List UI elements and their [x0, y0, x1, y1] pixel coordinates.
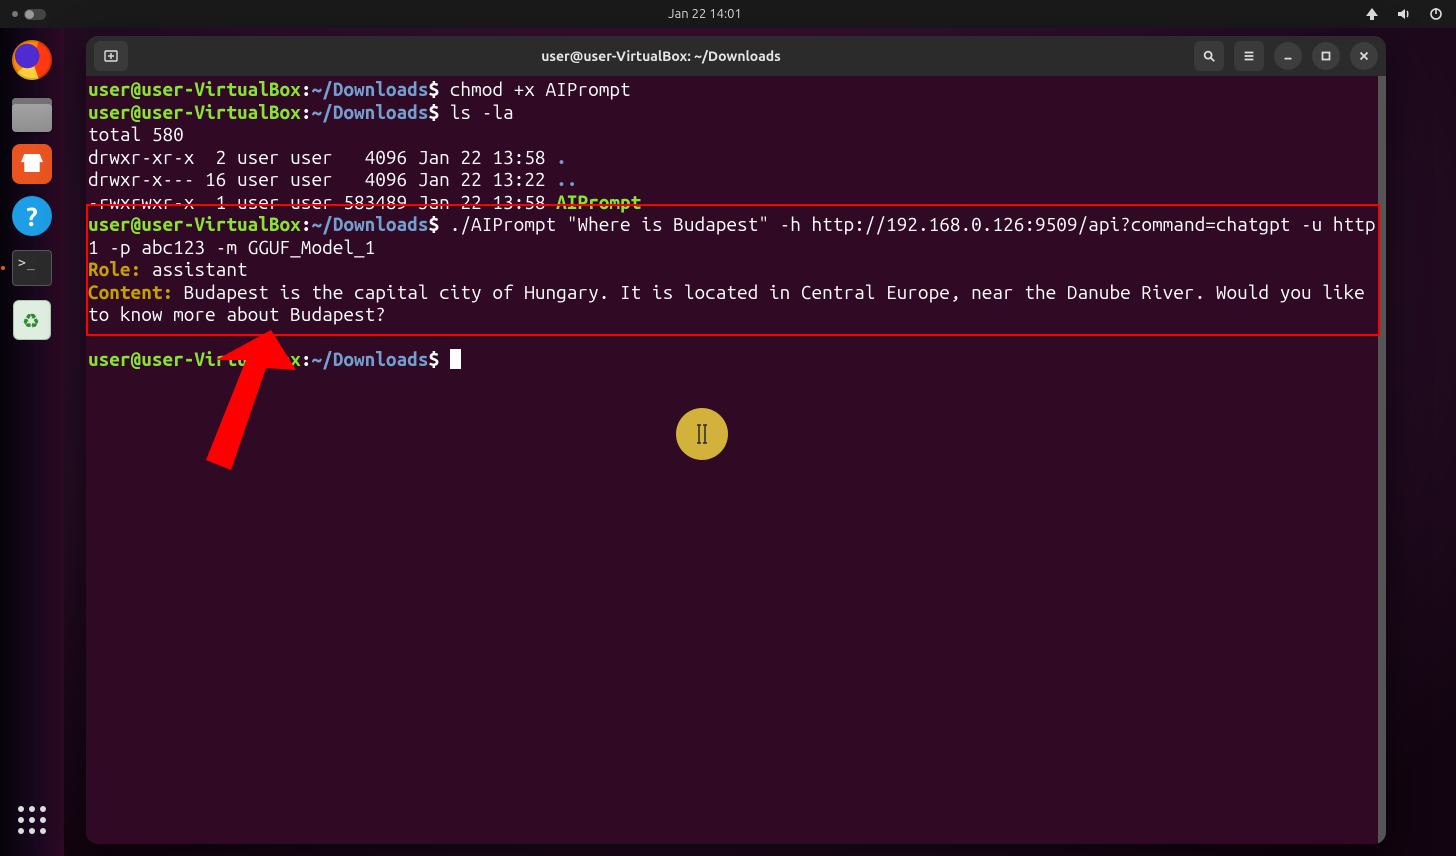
dock-help[interactable]: ? [10, 194, 54, 238]
prompt-userhost: user@user-VirtualBox [88, 348, 301, 370]
role-value: assistant [141, 258, 247, 280]
content-label: Content: [88, 281, 173, 303]
clock[interactable]: Jan 22 14:01 [668, 7, 742, 21]
role-label: Role: [88, 258, 141, 280]
dock-trash[interactable] [10, 298, 54, 342]
prompt-symbol: $ [429, 348, 440, 370]
window-title: user@user-VirtualBox: ~/Downloads [541, 48, 781, 64]
prompt-sep: : [301, 78, 312, 100]
dock: ? [0, 28, 64, 856]
minimize-button[interactable] [1274, 42, 1302, 70]
ls-row: drwxr-xr-x 2 user user 4096 Jan 22 13:58 [88, 146, 556, 168]
window-titlebar[interactable]: user@user-VirtualBox: ~/Downloads [86, 36, 1386, 76]
ls-row: -rwxrwxr-x 1 user user 583489 Jan 22 13:… [88, 191, 556, 213]
terminal-scrollbar[interactable] [1378, 76, 1386, 844]
ls-exe: AIPrompt [556, 191, 641, 213]
terminal-output[interactable]: user@user-VirtualBox:~/Downloads$ chmod … [88, 78, 1376, 371]
desktop: user@user-VirtualBox: ~/Downloads [64, 28, 1456, 856]
prompt-path: ~/Downloads [311, 348, 428, 370]
prompt-symbol: $ [429, 101, 440, 123]
ls-dir-dot: . [556, 146, 567, 168]
content-value: Budapest is the capital city of Hungary.… [88, 281, 1375, 326]
prompt-userhost: user@user-VirtualBox [88, 78, 301, 100]
prompt-sep: : [301, 348, 312, 370]
dock-software[interactable] [10, 142, 54, 186]
activities-area[interactable] [12, 9, 46, 20]
prompt-symbol: $ [429, 78, 440, 100]
desktop-topbar: Jan 22 14:01 [0, 0, 1456, 28]
trash-icon [13, 300, 51, 340]
terminal-window: user@user-VirtualBox: ~/Downloads [86, 36, 1386, 844]
dock-files[interactable] [10, 90, 54, 134]
new-tab-button[interactable] [94, 41, 128, 71]
prompt-path: ~/Downloads [311, 213, 428, 235]
apps-grid-icon [16, 804, 48, 836]
system-tray[interactable] [1364, 6, 1444, 22]
scrollbar-thumb[interactable] [1378, 76, 1386, 844]
maximize-button[interactable] [1312, 42, 1340, 70]
prompt-path: ~/Downloads [311, 101, 428, 123]
prompt-sep: : [301, 213, 312, 235]
volume-icon [1396, 6, 1412, 22]
ls-dir-dotdot: .. [556, 168, 577, 190]
close-button[interactable] [1350, 42, 1378, 70]
prompt-userhost: user@user-VirtualBox [88, 101, 301, 123]
network-icon [1364, 6, 1380, 22]
prompt-path: ~/Downloads [311, 78, 428, 100]
command-ls: ls -la [439, 101, 513, 123]
prompt-sep: : [301, 101, 312, 123]
hamburger-menu-button[interactable] [1234, 41, 1264, 71]
show-applications[interactable] [10, 798, 54, 842]
software-center-icon [12, 144, 52, 184]
search-button[interactable] [1194, 41, 1224, 71]
files-icon [12, 98, 52, 132]
workspace-pill-icon [24, 9, 46, 20]
workspace-dot-icon [12, 11, 18, 17]
terminal-cursor [450, 349, 461, 369]
power-icon [1428, 6, 1444, 22]
terminal-icon [12, 250, 52, 286]
prompt-symbol: $ [429, 213, 440, 235]
help-icon: ? [12, 196, 52, 236]
command-chmod: chmod +x AIPrompt [439, 78, 631, 100]
prompt-userhost: user@user-VirtualBox [88, 213, 301, 235]
terminal-body[interactable]: user@user-VirtualBox:~/Downloads$ chmod … [86, 76, 1386, 844]
dock-terminal[interactable] [10, 246, 54, 290]
dock-firefox[interactable] [10, 38, 54, 82]
firefox-icon [12, 40, 52, 80]
ls-row: drwxr-x--- 16 user user 4096 Jan 22 13:2… [88, 168, 556, 190]
ls-total: total 580 [88, 123, 184, 145]
